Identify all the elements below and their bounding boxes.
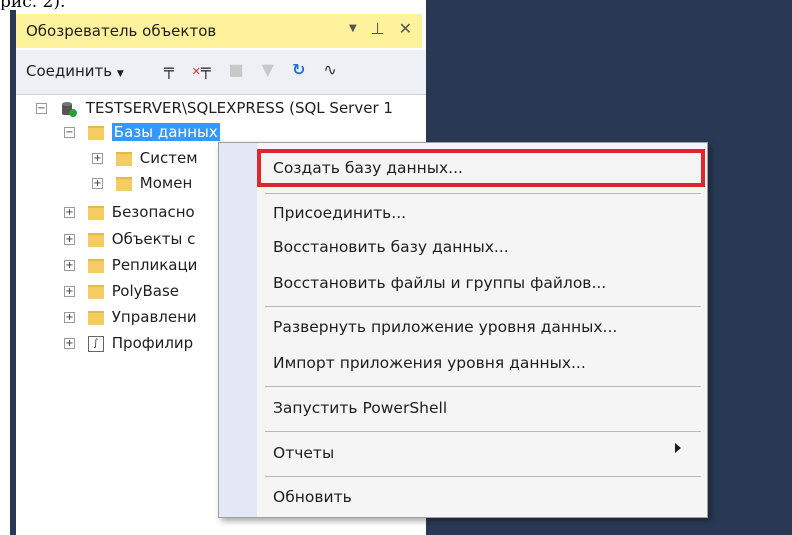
folder-icon bbox=[115, 176, 132, 191]
folder-icon bbox=[87, 205, 104, 220]
menu-item-restore-files[interactable]: Восстановить файлы и группы файлов... bbox=[273, 271, 606, 295]
toolbar-icons: ╤ ✕╤ ■ ▼ ↻ ∿ bbox=[164, 60, 337, 79]
expand-icon[interactable]: + bbox=[64, 234, 75, 245]
menu-separator bbox=[265, 193, 701, 194]
folder-icon bbox=[87, 125, 104, 140]
profiler-icon: ∫ bbox=[87, 335, 104, 352]
close-icon[interactable]: ✕ bbox=[399, 19, 412, 38]
tree-node-system[interactable]: + Систем bbox=[92, 146, 198, 170]
tree-item-label: Момен bbox=[139, 174, 193, 192]
menu-separator bbox=[265, 386, 701, 387]
filter-icon[interactable]: ▼ bbox=[262, 60, 274, 79]
databases-label: Базы данных bbox=[111, 123, 220, 141]
expand-icon[interactable]: + bbox=[92, 153, 103, 164]
tree-node-profiler[interactable]: + ∫ Профилир bbox=[64, 331, 193, 355]
collapse-icon[interactable]: − bbox=[64, 127, 75, 138]
menu-separator bbox=[265, 306, 701, 307]
menu-item-restore-database[interactable]: Восстановить базу данных... bbox=[273, 235, 509, 259]
folder-icon bbox=[87, 310, 104, 325]
tree-item-label: Безопасно bbox=[111, 203, 195, 221]
folder-icon bbox=[87, 232, 104, 247]
tree-node-server[interactable]: − TESTSERVER\SQLEXPRESS (SQL Server 1 bbox=[36, 96, 393, 120]
tree-node-server-objects[interactable]: + Объекты с bbox=[64, 227, 195, 251]
tree-item-label: Управлени bbox=[111, 308, 197, 326]
tree-node-management[interactable]: + Управлени bbox=[64, 305, 197, 329]
submenu-arrow-icon bbox=[675, 443, 681, 453]
menu-separator bbox=[265, 476, 701, 477]
tree-node-polybase[interactable]: + PolyBase bbox=[64, 279, 179, 303]
context-menu: Создать базу данных... Присоединить... В… bbox=[218, 142, 708, 518]
menu-separator bbox=[265, 431, 701, 432]
menu-item-deploy-data-tier[interactable]: Развернуть приложение уровня данных... bbox=[273, 315, 617, 339]
tree-item-label: Систем bbox=[139, 149, 198, 167]
tree-item-label: Объекты с bbox=[111, 230, 196, 248]
expand-icon[interactable]: + bbox=[64, 312, 75, 323]
explorer-toolbar: Соединить ▼ ╤ ✕╤ ■ ▼ ↻ ∿ bbox=[16, 50, 426, 95]
pin-icon[interactable]: ⊥ bbox=[371, 19, 385, 38]
expand-icon[interactable]: + bbox=[92, 178, 103, 189]
activity-icon[interactable]: ∿ bbox=[323, 60, 336, 79]
tree-item-label: Репликаци bbox=[111, 256, 198, 274]
collapse-icon[interactable]: − bbox=[36, 103, 47, 114]
server-icon bbox=[60, 100, 78, 118]
expand-icon[interactable]: + bbox=[64, 260, 75, 271]
expand-icon[interactable]: + bbox=[64, 286, 75, 297]
tree-node-replication[interactable]: + Репликаци bbox=[64, 253, 197, 277]
menu-item-reports[interactable]: Отчеты bbox=[273, 441, 334, 465]
refresh-icon[interactable]: ↻ bbox=[292, 60, 305, 79]
menu-item-powershell[interactable]: Запустить PowerShell bbox=[273, 396, 447, 420]
connect-button[interactable]: Соединить ▼ bbox=[26, 62, 124, 80]
folder-icon bbox=[87, 284, 104, 299]
tree-item-label: PolyBase bbox=[111, 282, 180, 300]
dropdown-icon[interactable]: ▼ bbox=[349, 23, 357, 38]
tree-node-snapshots[interactable]: + Момен bbox=[92, 171, 192, 195]
menu-item-refresh[interactable]: Обновить bbox=[273, 485, 352, 509]
folder-icon bbox=[87, 258, 104, 273]
expand-icon[interactable]: + bbox=[64, 207, 75, 218]
expand-icon[interactable]: + bbox=[64, 338, 75, 349]
title-controls: ▼ ⊥ ✕ bbox=[349, 19, 412, 38]
server-label: TESTSERVER\SQLEXPRESS (SQL Server 1 bbox=[85, 99, 393, 117]
menu-item-attach[interactable]: Присоединить... bbox=[273, 201, 406, 225]
connect-label: Соединить bbox=[26, 62, 113, 80]
menu-gutter bbox=[219, 143, 257, 517]
menu-item-import-data-tier[interactable]: Импорт приложения уровня данных... bbox=[273, 351, 586, 375]
panel-titlebar: Обозреватель объектов ▼ ⊥ ✕ bbox=[16, 14, 422, 48]
tree-node-databases[interactable]: − Базы данных bbox=[64, 120, 220, 144]
disconnect-icon[interactable]: ✕╤ bbox=[192, 60, 211, 79]
tree-item-label: Профилир bbox=[111, 334, 194, 352]
tree-node-security[interactable]: + Безопасно bbox=[64, 200, 195, 224]
folder-icon bbox=[115, 151, 132, 166]
panel-title: Обозреватель объектов bbox=[26, 22, 217, 40]
stop-icon[interactable]: ■ bbox=[229, 60, 244, 79]
highlight-box bbox=[257, 149, 705, 187]
connect-icon[interactable]: ╤ bbox=[164, 60, 174, 79]
